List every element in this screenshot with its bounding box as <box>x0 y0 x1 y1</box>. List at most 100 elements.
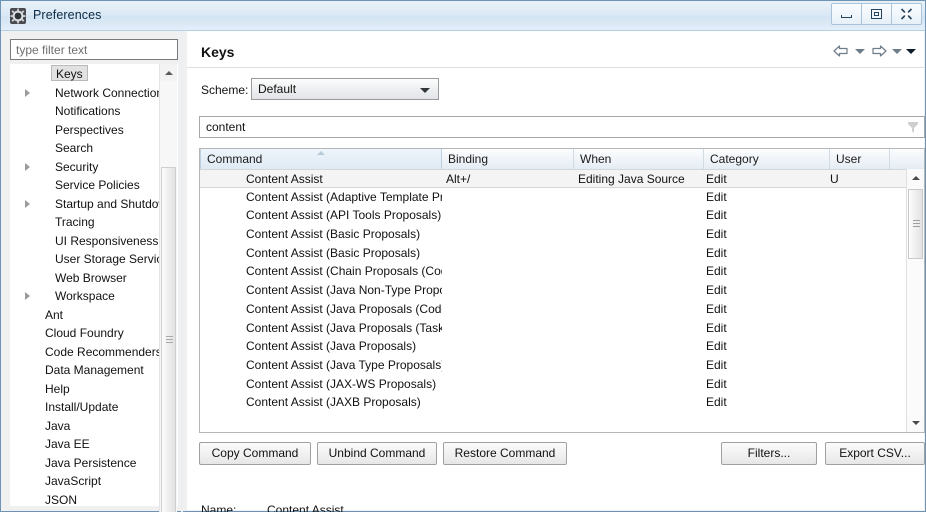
sidebar-item-notifications[interactable]: Notifications <box>11 102 177 121</box>
scheme-select[interactable]: Default <box>251 78 439 100</box>
table-row[interactable]: Content Assist (API Tools Proposals) Edit <box>200 206 907 225</box>
key-bindings-table[interactable]: Command Binding When Category User Content A… <box>199 148 925 433</box>
tree-scrollbar[interactable] <box>159 64 177 512</box>
minimize-button[interactable] <box>831 3 862 25</box>
back-history-chevron-down-icon[interactable] <box>855 48 865 54</box>
table-cell-command: Content Assist (Java Proposals (Code <box>246 301 442 316</box>
sidebar-item-java-persistence[interactable]: Java Persistence <box>11 454 177 473</box>
sidebar-item-tracing[interactable]: Tracing <box>11 213 177 232</box>
scheme-selected-value: Default <box>258 82 297 96</box>
table-row[interactable]: Content Assist (JAXB Proposals) Edit <box>200 393 907 412</box>
sidebar-item-javascript[interactable]: JavaScript <box>11 472 177 491</box>
forward-history-chevron-down-icon[interactable] <box>892 48 902 54</box>
tree-filter-input[interactable]: type filter text <box>10 39 178 60</box>
sidebar-item-search[interactable]: Search <box>11 139 177 158</box>
restore-command-button[interactable]: Restore Command <box>443 442 567 465</box>
sidebar-item-ant[interactable]: Ant <box>11 306 177 325</box>
sidebar-item-cloud-foundry[interactable]: Cloud Foundry <box>11 324 177 343</box>
sidebar-item-label: Perspectives <box>55 122 124 137</box>
sidebar-item-security[interactable]: Security <box>11 158 177 177</box>
table-row[interactable]: Content Assist (Java Proposals (Code Edit <box>200 300 907 319</box>
sidebar-item-label: Security <box>55 159 99 174</box>
sidebar-item-user-storage-service[interactable]: User Storage Service <box>11 250 177 269</box>
table-header-row: Command Binding When Category User <box>200 149 924 170</box>
filters-button[interactable]: Filters... <box>721 442 817 465</box>
table-header-user[interactable]: User <box>830 149 890 169</box>
pane-splitter[interactable] <box>181 31 183 512</box>
table-header-label: User <box>836 152 862 166</box>
table-row[interactable]: Content Assist (Java Non-Type Propo Edit <box>200 281 907 300</box>
keys-preference-page: Keys Scheme: Default content Command Bin… <box>187 31 925 512</box>
sidebar-item-json[interactable]: JSON <box>11 491 177 506</box>
preferences-tree[interactable]: Keys Network Connection Notifications Persp… <box>10 64 178 506</box>
tree-expand-arrow-icon[interactable] <box>25 199 30 208</box>
table-cell-command: Content Assist <box>246 172 323 186</box>
sidebar-item-help[interactable]: Help <box>11 380 177 399</box>
sidebar-item-service-policies[interactable]: Service Policies <box>11 176 177 195</box>
sidebar-item-label: User Storage Service <box>55 252 170 266</box>
table-body[interactable]: Content Assist Alt+/ Editing Java Source Ed… <box>200 169 907 432</box>
sidebar-item-label: Cloud Foundry <box>45 326 124 340</box>
table-cell-category: Edit <box>706 357 727 372</box>
sidebar-item-network-connection[interactable]: Network Connection <box>11 84 177 103</box>
sidebar-item-label: Code Recommenders <box>45 344 162 359</box>
table-cell-category: Edit <box>706 172 727 186</box>
tree-scroll-up-arrow-icon[interactable] <box>160 64 177 81</box>
sidebar-item-java[interactable]: Java <box>11 417 177 436</box>
table-cell-command: Content Assist (JAXB Proposals) <box>246 395 421 410</box>
sidebar-item-ui-responsiveness-m[interactable]: UI Responsiveness M <box>11 232 177 251</box>
filter-icon[interactable] <box>907 121 919 134</box>
table-cell-command: Content Assist (Java Proposals (Task-I <box>246 320 442 335</box>
table-cell-command: Content Assist (Java Type Proposals) <box>246 357 442 372</box>
export-csv-button[interactable]: Export CSV... <box>825 442 925 465</box>
sidebar-item-workspace[interactable]: Workspace <box>11 287 177 306</box>
table-row[interactable]: Content Assist (Adaptive Template Pr Edit <box>200 188 907 207</box>
table-row[interactable]: Content Assist (Chain Proposals (Cod Edit <box>200 262 907 281</box>
tree-scrollbar-thumb[interactable] <box>161 167 176 512</box>
sidebar-item-keys[interactable]: Keys <box>11 65 177 84</box>
sidebar-item-data-management[interactable]: Data Management <box>11 361 177 380</box>
keys-search-input[interactable]: content <box>199 116 925 138</box>
table-cell-command: Content Assist (Basic Proposals) <box>246 227 421 242</box>
forward-arrow-icon[interactable] <box>869 43 888 59</box>
sidebar-item-label: Workspace <box>55 289 115 303</box>
table-row[interactable]: Content Assist (Java Proposals) Edit <box>200 337 907 356</box>
copy-command-button[interactable]: Copy Command <box>199 442 311 465</box>
table-row[interactable]: Content Assist (Basic Proposals) Edit <box>200 244 907 263</box>
table-header-category[interactable]: Category <box>704 149 830 169</box>
table-cell-command: Content Assist (Chain Proposals (Cod <box>246 264 442 279</box>
keys-search-value: content <box>206 120 246 134</box>
maximize-button[interactable] <box>861 3 892 25</box>
unbind-command-button[interactable]: Unbind Command <box>317 442 437 465</box>
sidebar-item-perspectives[interactable]: Perspectives <box>11 121 177 140</box>
table-scrollbar-thumb[interactable] <box>908 189 923 259</box>
table-header-when[interactable]: When <box>574 149 704 169</box>
table-row[interactable]: Content Assist (Basic Proposals) Edit <box>200 225 907 244</box>
dialog-titlebar[interactable]: Preferences <box>1 1 925 31</box>
table-scroll-up-arrow-icon[interactable] <box>907 169 924 186</box>
table-scroll-down-arrow-icon[interactable] <box>907 415 924 432</box>
tree-expand-arrow-icon[interactable] <box>25 292 30 300</box>
tree-expand-arrow-icon[interactable] <box>25 162 30 171</box>
table-header-command[interactable]: Command <box>200 149 442 169</box>
sidebar-item-code-recommenders[interactable]: Code Recommenders <box>11 343 177 362</box>
close-button[interactable] <box>891 3 922 25</box>
table-cell-command: Content Assist (API Tools Proposals) <box>246 208 442 223</box>
gear-icon <box>10 8 26 24</box>
back-arrow-icon[interactable] <box>832 43 851 59</box>
table-cell-category: Edit <box>706 339 727 354</box>
table-row[interactable]: Content Assist (Java Proposals (Task-I Ed… <box>200 319 907 338</box>
sidebar-item-java-ee[interactable]: Java EE <box>11 435 177 454</box>
tree-expand-arrow-icon[interactable] <box>25 88 30 97</box>
view-menu-chevron-down-icon[interactable] <box>906 48 916 54</box>
table-row[interactable]: Content Assist (JAX-WS Proposals) Edit <box>200 375 907 394</box>
sidebar-item-web-browser[interactable]: Web Browser <box>11 269 177 288</box>
table-header-binding[interactable]: Binding <box>442 149 574 169</box>
window-controls <box>831 3 922 25</box>
table-row[interactable]: Content Assist Alt+/ Editing Java Source Ed… <box>200 169 907 188</box>
table-row[interactable]: Content Assist (Java Type Proposals) Edit <box>200 356 907 375</box>
table-scrollbar[interactable] <box>906 169 924 432</box>
sidebar-item-install-update[interactable]: Install/Update <box>11 398 177 417</box>
table-cell-category: Edit <box>706 301 727 316</box>
sidebar-item-startup-and-shutdow[interactable]: Startup and Shutdow <box>11 195 177 214</box>
